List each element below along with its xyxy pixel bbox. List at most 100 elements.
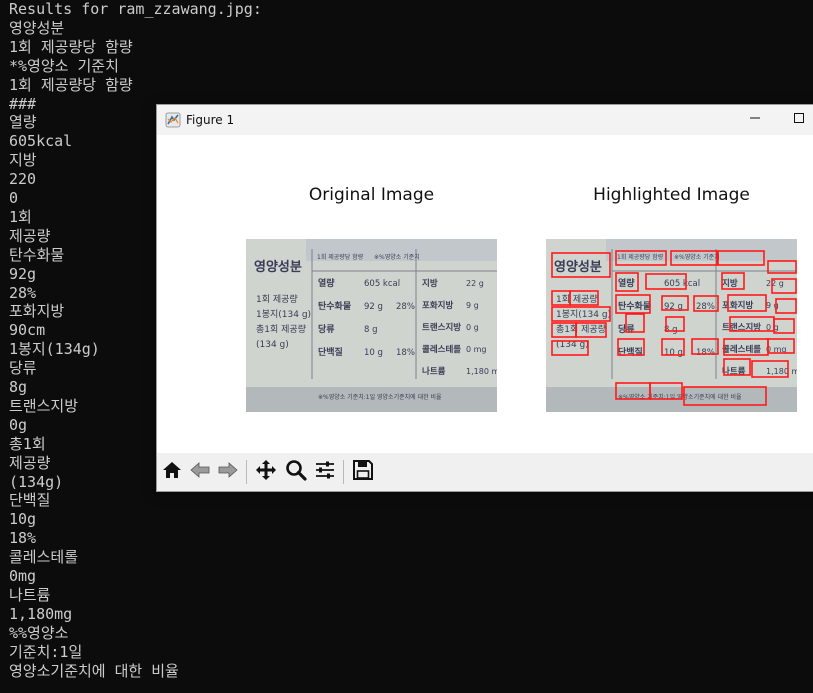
forward-button[interactable] — [215, 459, 241, 485]
nutrient-amount: 92 g — [364, 302, 383, 312]
ocr-result-line: 제공량 — [9, 226, 51, 245]
nutrient-name: 콜레스테롤 — [722, 344, 761, 355]
navigation-toolbar — [157, 453, 813, 491]
toolbar-separator — [246, 460, 247, 484]
ocr-result-line: 1봉지(134g) — [9, 340, 100, 359]
ocr-result-line: 1,180mg — [9, 604, 73, 623]
zoom-icon — [285, 459, 307, 486]
minimize-icon — [749, 111, 761, 129]
ocr-result-line: 605kcal — [9, 132, 73, 151]
percent-header: ※%영양소 기준치 — [674, 253, 720, 261]
minimize-button[interactable] — [735, 105, 775, 135]
back-button[interactable] — [187, 459, 213, 485]
label-footer: ※%영양소 기준치:1일 영양소기준치에 대한 비율 — [318, 393, 442, 401]
ocr-result-line: 열량 — [9, 113, 37, 132]
toolbar-separator — [343, 460, 344, 484]
ocr-result-line: 트랜스지방 — [9, 396, 79, 415]
results-header: Results for ram_zzawang.jpg: — [9, 0, 262, 18]
ocr-result-line: 지방 — [9, 151, 37, 170]
nutrient-amount: 9 g — [466, 301, 479, 310]
nutrient-name: 나트륨 — [422, 366, 446, 377]
configure-subplots-button[interactable] — [312, 459, 338, 485]
nutrient-amount: 605 kcal — [664, 279, 700, 289]
back-icon — [189, 459, 211, 486]
save-button[interactable] — [350, 459, 376, 485]
pan-button[interactable] — [253, 459, 279, 485]
original-image: 영양성분 1회 제공량당 함량 ※%영양소 기준치 1회 제공량 1봉지(134 g) 총… — [246, 239, 497, 412]
nutrient-amount: 1,180 mg — [766, 367, 797, 376]
ocr-result-line: 10g — [9, 510, 37, 529]
ocr-result-line: (134g) — [9, 472, 64, 491]
home-icon — [161, 459, 183, 486]
nutrient-name: 트랜스지방 — [422, 322, 461, 333]
nutrient-amount: 0 mg — [466, 345, 487, 354]
ocr-result-line: 나트륨 — [9, 585, 51, 604]
nutrient-amount: 10 g — [664, 348, 683, 358]
ocr-result-line: 1회 제공량당 함량 — [9, 37, 133, 56]
ocr-result-line: 0g — [9, 415, 28, 434]
nutrient-amount: 10 g — [364, 348, 383, 358]
ocr-result-line: 콜레스테롤 — [9, 548, 79, 567]
nutrient-name: 지방 — [422, 278, 438, 289]
nutrient-amount: 9 g — [766, 301, 779, 310]
percent-header: ※%영양소 기준치 — [374, 253, 420, 261]
figure-canvas[interactable]: Original Image Highlighted Image 영양성분 1회 … — [157, 135, 813, 453]
nutrient-name: 당류 — [318, 323, 335, 335]
ocr-result-line: *%영양소 기준치 — [9, 56, 119, 75]
zoom-button[interactable] — [283, 459, 309, 485]
nutrient-amount: 0 g — [466, 323, 479, 332]
title-bar[interactable]: Figure 1 — [157, 105, 813, 135]
nutrient-name: 포화지방 — [722, 300, 753, 311]
nutrient-amount: 22 g — [466, 279, 484, 288]
ocr-result-line: 0mg — [9, 567, 37, 585]
ocr-result-line: 0 — [9, 189, 19, 207]
nutrient-name: 열량 — [618, 277, 635, 289]
nutrient-percent: 18% — [396, 348, 415, 358]
ocr-result-line: 제공량 — [9, 453, 51, 472]
configure-icon — [314, 459, 336, 486]
home-button[interactable] — [159, 459, 185, 485]
ocr-result-line: 1회 제공량당 함량 — [9, 75, 133, 94]
maximize-button[interactable] — [779, 105, 813, 135]
serving-line: 1봉지(134 g) — [256, 309, 311, 320]
nutrient-name: 포화지방 — [422, 300, 453, 311]
label-heading: 영양성분 — [554, 260, 602, 275]
serving-header: 1회 제공량당 함량 — [617, 253, 664, 261]
ocr-result-line: 당류 — [9, 359, 37, 378]
nutrient-amount: 8 g — [364, 325, 378, 335]
serving-line: (134 g) — [256, 340, 289, 350]
maximize-icon — [793, 111, 805, 129]
highlighted-image-title: Highlighted Image — [593, 185, 750, 205]
nutrient-name: 열량 — [318, 277, 335, 289]
nutrient-name: 탄수화물 — [618, 300, 651, 312]
ocr-result-line: 단백질 — [9, 491, 51, 510]
nutrient-amount: 22 g — [766, 279, 784, 288]
pan-icon — [255, 459, 277, 486]
ocr-result-line: 영양성분 — [9, 18, 65, 37]
nutrient-percent: 18% — [696, 348, 715, 358]
serving-line: 1회 제공량 — [256, 293, 298, 305]
serving-line: 총1회 제공량 — [556, 323, 606, 335]
app-icon — [165, 112, 181, 128]
serving-line: 1봉지(134 g) — [556, 309, 611, 320]
serving-line: 총1회 제공량 — [256, 323, 306, 335]
ocr-result-line: 90cm — [9, 321, 46, 340]
nutrient-percent: 28% — [396, 302, 415, 312]
ocr-result-line: 28% — [9, 283, 37, 302]
nutrient-amount: 1,180 mg — [466, 367, 497, 376]
figure-window[interactable]: Figure 1 Original Image Highlighted Imag… — [156, 104, 813, 492]
nutrient-name: 콜레스테롤 — [422, 344, 461, 355]
ocr-result-line: 220 — [9, 170, 37, 189]
ocr-result-line: 포화지방 — [9, 302, 65, 321]
original-image-title: Original Image — [308, 185, 435, 205]
label-heading: 영양성분 — [254, 260, 302, 275]
ocr-result-line: 기준치:1일 — [9, 642, 83, 661]
window-title: Figure 1 — [186, 113, 235, 127]
serving-header: 1회 제공량당 함량 — [317, 253, 364, 261]
ocr-result-line: %%영양소 — [9, 623, 69, 642]
ocr-result-line: 8g — [9, 378, 28, 396]
ocr-result-line: 탄수화물 — [9, 245, 65, 264]
nutrient-name: 단백질 — [618, 346, 643, 358]
serving-line: 1회 제공량 — [556, 293, 598, 305]
ocr-result-line: ### — [9, 94, 37, 113]
